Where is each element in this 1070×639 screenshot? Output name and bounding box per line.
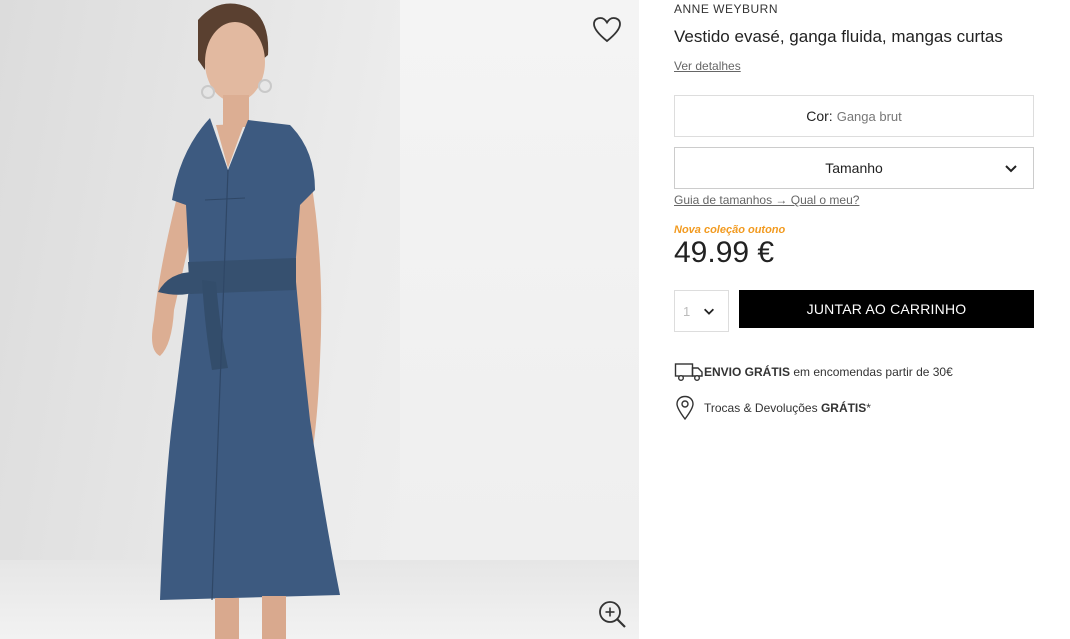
heart-icon [593,17,621,43]
returns-suffix: * [866,401,871,415]
truck-icon [674,363,703,381]
location-pin-icon [676,395,694,421]
background-wall [400,0,639,639]
add-to-cart-button[interactable]: JUNTAR AO CARRINHO [739,290,1034,328]
details-link[interactable]: Ver detalhes [674,59,741,73]
price: 49.99 € [674,236,775,269]
quantity-value: 1 [683,303,691,319]
product-image[interactable] [0,0,639,639]
zoom-button[interactable] [597,599,629,631]
shipping-text: em encomendas partir de 30€ [790,365,953,379]
model-figure [152,3,340,639]
color-selector[interactable]: Cor: Ganga brut [674,95,1034,137]
color-label: Cor: [806,108,833,124]
promo-label: Nova coleção outono [674,224,786,236]
chevron-down-icon [704,308,714,315]
free-shipping-info: ENVIO GRÁTIS em encomendas partir de 30€ [674,362,953,382]
chevron-down-icon [1005,165,1017,173]
size-guide-link[interactable]: Guia de tamanhos → Qual o meu? [674,193,859,207]
quantity-select[interactable]: 1 [674,290,729,332]
size-dropdown[interactable]: Tamanho [674,147,1034,189]
free-returns-info: Trocas & Devoluções GRÁTIS * [674,395,871,421]
color-value: Ganga brut [836,108,902,124]
product-title: Vestido evasé, ganga fluida, mangas curt… [674,27,1003,46]
returns-text: Trocas & Devoluções [704,401,821,415]
size-guide-text: Guia de tamanhos → Qual o meu? [674,193,860,207]
size-label: Tamanho [825,160,883,176]
zoom-in-icon [599,601,626,628]
wishlist-button[interactable] [591,14,623,46]
shipping-bold: ENVIO GRÁTIS [704,365,791,379]
brand-name[interactable]: ANNE WEYBURN [674,2,778,16]
returns-bold: GRÁTIS [820,401,867,415]
